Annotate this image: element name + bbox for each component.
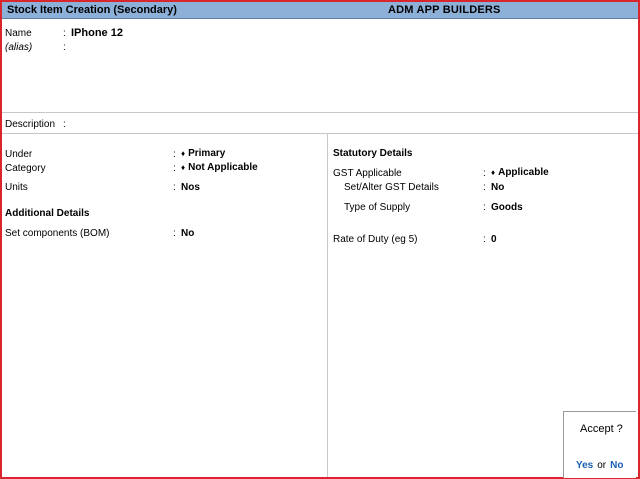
accept-options: Yes or No (576, 460, 624, 471)
description-colon: : (63, 119, 66, 130)
name-label: Name (5, 28, 32, 39)
accept-dialog: Accept ? Yes or No (563, 411, 636, 478)
set-alter-gst-label: Set/Alter GST Details (344, 182, 439, 193)
gst-applicable-field[interactable]: ♦ Applicable (491, 167, 549, 178)
window-title: Stock Item Creation (Secondary) (7, 4, 177, 16)
accept-yes-button[interactable]: Yes (576, 460, 593, 471)
category-label: Category (5, 163, 46, 174)
name-colon: : (63, 28, 66, 39)
gst-colon: : (483, 168, 486, 179)
units-label: Units (5, 182, 28, 193)
set-alter-gst-field[interactable]: No (491, 182, 504, 193)
accept-or-text: or (597, 460, 607, 471)
type-of-supply-label: Type of Supply (344, 202, 411, 213)
under-value: Primary (188, 148, 226, 159)
rate-of-duty-label: Rate of Duty (eg 5) (333, 234, 418, 245)
panel-divider (327, 133, 328, 477)
category-value: Not Applicable (188, 162, 258, 173)
alias-colon: : (63, 42, 66, 53)
bom-field[interactable]: No (181, 228, 194, 239)
gst-applicable-value: Applicable (498, 167, 549, 178)
company-name: ADM APP BUILDERS (388, 4, 501, 16)
set-alter-colon: : (483, 182, 486, 193)
under-colon: : (173, 149, 176, 160)
alias-label: (alias) (5, 42, 33, 53)
window-frame (0, 0, 640, 479)
units-colon: : (173, 182, 176, 193)
additional-details-heading: Additional Details (5, 208, 90, 219)
divider-description (2, 133, 638, 134)
type-of-supply-field[interactable]: Goods (491, 202, 523, 213)
rate-colon: : (483, 234, 486, 245)
accept-question: Accept ? (580, 423, 623, 435)
category-field[interactable]: ♦ Not Applicable (181, 162, 258, 173)
diamond-icon: ♦ (181, 163, 186, 172)
accept-no-button[interactable]: No (610, 460, 623, 471)
gst-applicable-label: GST Applicable (333, 168, 402, 179)
description-label: Description (5, 119, 56, 130)
supply-colon: : (483, 202, 486, 213)
diamond-icon: ♦ (491, 168, 496, 177)
statutory-details-heading: Statutory Details (333, 148, 413, 159)
under-field[interactable]: ♦ Primary (181, 148, 225, 159)
bom-label: Set components (BOM) (5, 228, 110, 239)
name-field[interactable]: IPhone 12 (71, 27, 123, 39)
under-label: Under (5, 149, 33, 160)
units-field[interactable]: Nos (181, 182, 200, 193)
diamond-icon: ♦ (181, 149, 186, 158)
bom-colon: : (173, 228, 176, 239)
title-bar: Stock Item Creation (Secondary) ADM APP … (2, 2, 638, 19)
category-colon: : (173, 163, 176, 174)
divider-top (2, 112, 638, 113)
rate-of-duty-field[interactable]: 0 (491, 234, 497, 245)
